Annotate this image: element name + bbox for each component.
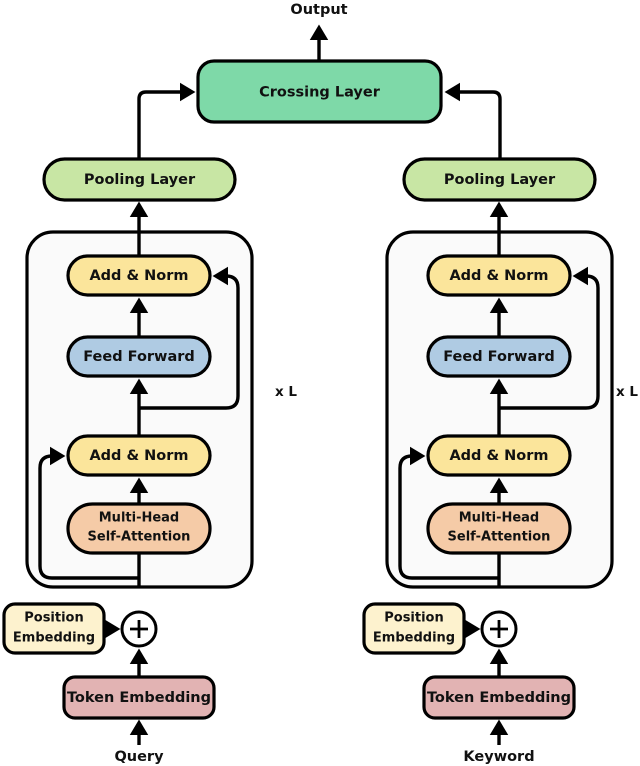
query-add-norm-bottom-label: Add & Norm [89,448,188,464]
diagram-canvas: Output Crossing Layer Pooling Layer Add … [2,2,638,765]
keyword-add-norm-bottom-node[interactable]: Add & Norm [426,434,572,477]
keyword-multi-head-label-line1: Multi-Head [459,511,540,526]
keyword-feed-forward-label: Feed Forward [443,349,555,365]
query-add-norm-bottom-node[interactable]: Add & Norm [66,434,212,477]
keyword-multi-head-label-line2: Self-Attention [448,530,551,545]
query-tower: Pooling Layer Add & Norm Feed Forward Ad… [2,157,297,765]
keyword-feed-forward-node[interactable]: Feed Forward [426,335,572,378]
keyword-token-embedding-label: Token Embedding [427,690,571,706]
query-sum-operator [120,610,158,648]
keyword-pooling-layer-node[interactable]: Pooling Layer [402,157,597,202]
keyword-add-norm-bottom-label: Add & Norm [449,448,548,464]
query-repeat-label: x L [275,384,297,400]
query-feed-forward-label: Feed Forward [83,349,195,365]
query-multi-head-label-line2: Self-Attention [88,530,191,545]
query-position-embedding-label-line2: Embedding [13,631,95,646]
keyword-position-embedding-label-line1: Position [384,611,444,626]
keyword-input-label: Keyword [463,749,534,765]
keyword-pooling-layer-label: Pooling Layer [444,172,556,188]
output-group: Output [290,2,348,60]
query-add-norm-top-label: Add & Norm [89,268,188,284]
keyword-position-embedding-node[interactable]: Position Embedding [362,602,466,655]
crossing-layer-label: Crossing Layer [259,85,381,101]
keyword-tower: Pooling Layer Add & Norm Feed Forward Ad… [362,157,638,765]
keyword-repeat-label: x L [616,384,638,400]
keyword-token-embedding-node[interactable]: Token Embedding [422,675,576,720]
query-multi-head-label-line1: Multi-Head [99,511,180,526]
keyword-multi-head-self-attention-node[interactable]: Multi-Head Self-Attention [426,502,572,555]
query-position-embedding-label-line1: Position [24,611,84,626]
query-add-norm-top-node[interactable]: Add & Norm [66,254,212,297]
query-pooling-layer-node[interactable]: Pooling Layer [42,157,237,202]
architecture-diagram: Output Crossing Layer Pooling Layer Add … [0,0,640,766]
keyword-sum-operator [480,610,518,648]
keyword-position-embedding-label-line2: Embedding [373,631,455,646]
keyword-add-norm-top-label: Add & Norm [449,268,548,284]
crossing-layer-node[interactable]: Crossing Layer [196,59,443,124]
query-feed-forward-node[interactable]: Feed Forward [66,335,212,378]
query-input-label: Query [114,749,164,765]
right-pooling-to-crossing-connector [444,82,502,159]
query-token-embedding-label: Token Embedding [67,690,211,706]
query-token-embedding-node[interactable]: Token Embedding [62,675,216,720]
query-pooling-layer-label: Pooling Layer [84,172,196,188]
output-label: Output [290,2,347,18]
keyword-add-norm-top-node[interactable]: Add & Norm [426,254,572,297]
left-pooling-to-crossing-connector [137,82,196,159]
query-position-embedding-node[interactable]: Position Embedding [2,602,106,655]
query-multi-head-self-attention-node[interactable]: Multi-Head Self-Attention [66,502,212,555]
